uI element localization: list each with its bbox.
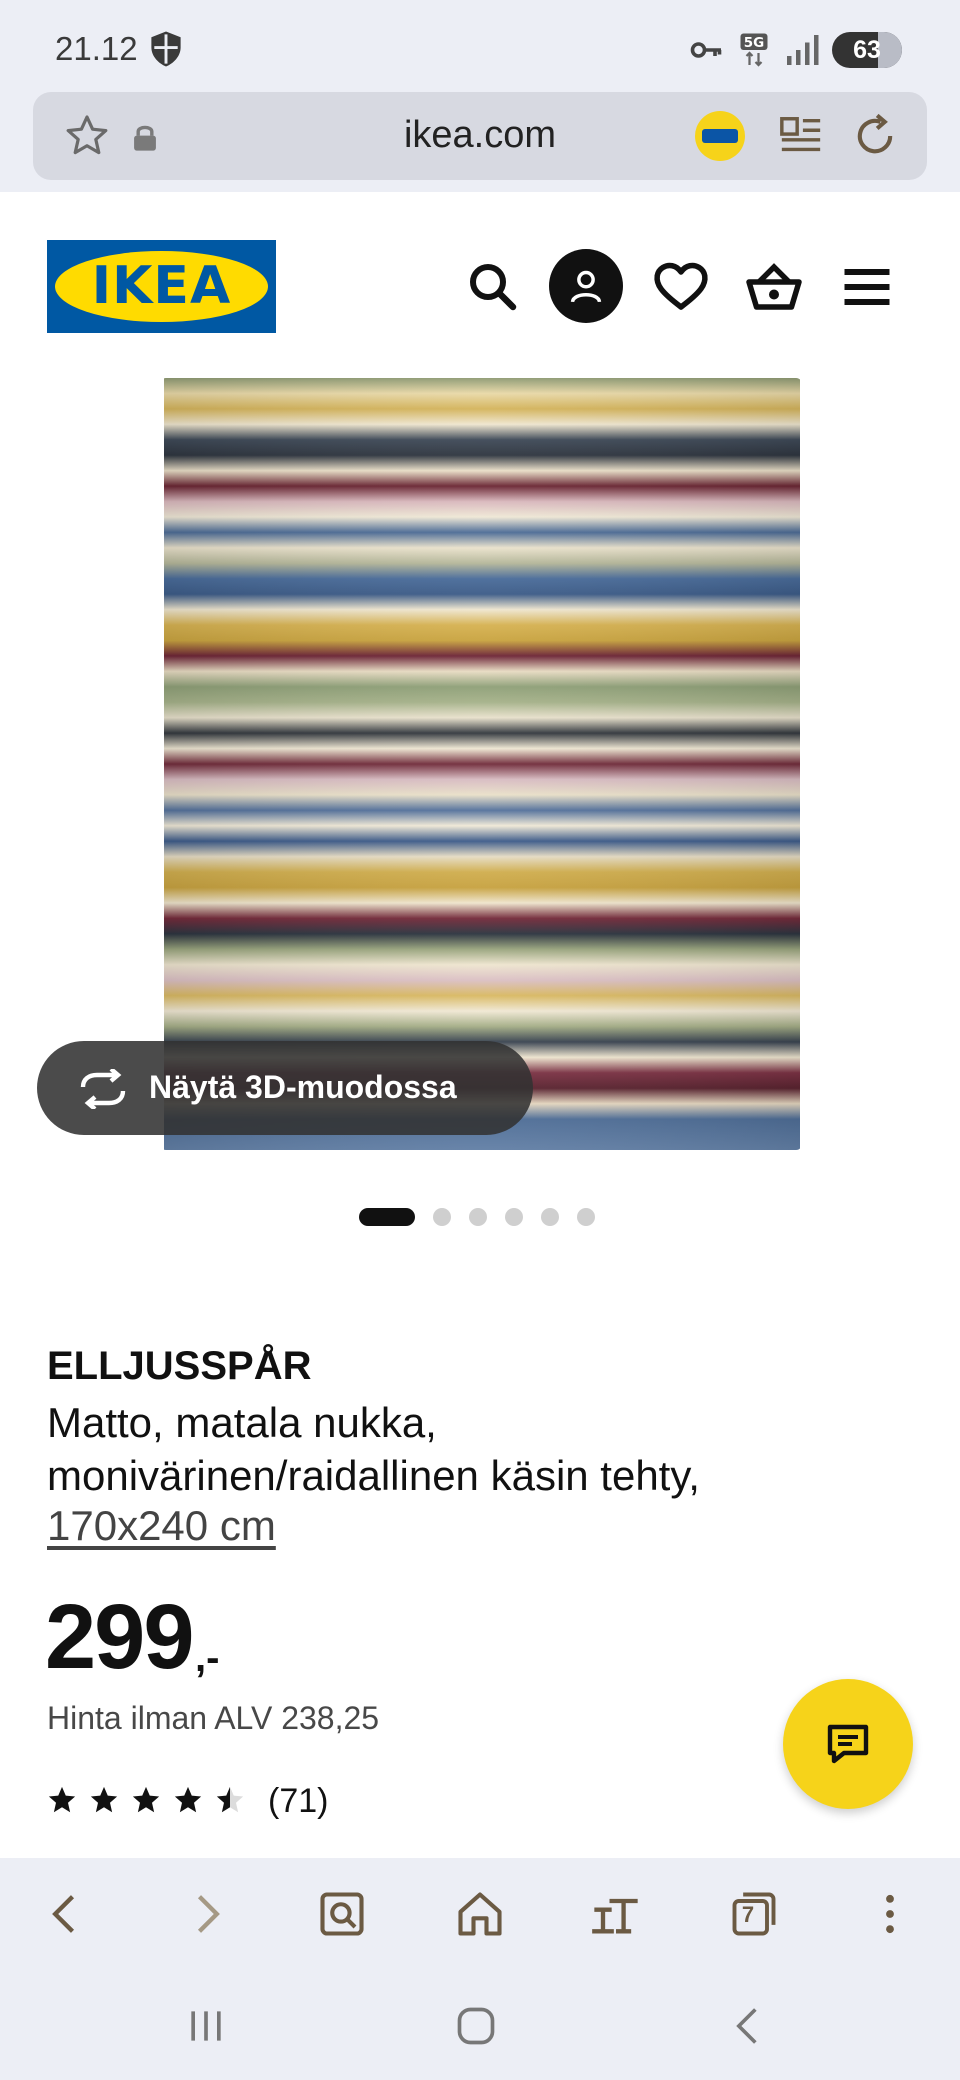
tab-count: 7	[741, 1902, 755, 1927]
key-icon	[690, 42, 722, 58]
system-navigation-bar	[0, 1968, 960, 2080]
search-icon[interactable]	[463, 257, 523, 317]
gallery-pagination	[359, 1208, 595, 1226]
star-full-icon	[174, 1786, 202, 1813]
rotate-3d-icon	[80, 1069, 126, 1109]
gallery-dot[interactable]	[469, 1208, 487, 1226]
text-size-icon[interactable]	[590, 1888, 642, 1940]
price-suffix: ,-	[195, 1636, 220, 1680]
address-bar[interactable]: ikea.com	[33, 92, 927, 180]
shield-icon	[151, 31, 181, 67]
star-full-icon	[132, 1786, 160, 1813]
rating-stars[interactable]	[47, 1785, 245, 1815]
menu-icon[interactable]	[837, 257, 897, 317]
browser-toolbar: 7	[0, 1858, 960, 1968]
recent-apps-icon[interactable]	[184, 2004, 228, 2048]
ikea-extension-icon[interactable]	[695, 111, 745, 161]
star-half-icon	[216, 1786, 244, 1813]
gallery-dot-active[interactable]	[359, 1208, 415, 1226]
logo-text: IKEA	[91, 256, 232, 316]
view-3d-label: Näytä 3D-muodossa	[149, 1069, 457, 1105]
status-bar: 21.12 5G 63	[0, 0, 960, 92]
back-icon[interactable]	[40, 1888, 92, 1940]
price-without-vat: Hinta ilman ALV 238,25	[47, 1700, 380, 1736]
reload-icon[interactable]	[849, 110, 901, 162]
battery-level: 63	[853, 36, 881, 64]
gallery-dot[interactable]	[577, 1208, 595, 1226]
ikea-logo[interactable]: IKEA	[47, 240, 276, 333]
battery-icon: 63	[832, 32, 902, 68]
forward-icon[interactable]	[180, 1888, 232, 1940]
profile-icon	[570, 270, 602, 303]
tabs-button[interactable]: 7	[728, 1888, 780, 1940]
signal-icon	[787, 35, 819, 65]
product-name: ELLJUSSPÅR	[47, 1344, 312, 1388]
star-full-icon	[90, 1786, 118, 1813]
svg-text:5G: 5G	[744, 35, 764, 51]
heart-icon[interactable]	[651, 257, 711, 317]
home-nav-icon[interactable]	[454, 2004, 498, 2048]
view-3d-button[interactable]: Näytä 3D-muodossa	[37, 1041, 533, 1135]
5g-icon: 5G	[740, 33, 768, 67]
search-page-icon[interactable]	[316, 1888, 368, 1940]
browser-address-area: ikea.com	[0, 92, 960, 192]
gallery-dot[interactable]	[505, 1208, 523, 1226]
status-time: 21.12	[55, 30, 138, 67]
home-icon[interactable]	[454, 1888, 506, 1940]
product-price: 299	[45, 1586, 194, 1688]
product-image-rug[interactable]	[160, 378, 802, 1150]
product-description: Matto, matala nukka, monivärinen/raidall…	[47, 1399, 700, 1499]
gallery-dot[interactable]	[541, 1208, 559, 1226]
more-icon[interactable]	[864, 1888, 916, 1940]
chat-button[interactable]	[783, 1679, 913, 1809]
profile-button[interactable]	[549, 249, 623, 323]
chat-icon	[827, 1724, 869, 1764]
review-count[interactable]: (71)	[268, 1782, 328, 1821]
product-size-link[interactable]: 170x240 cm	[47, 1502, 276, 1550]
reader-mode-icon[interactable]	[778, 112, 824, 160]
gallery-dot[interactable]	[433, 1208, 451, 1226]
cart-icon[interactable]	[744, 257, 804, 317]
back-nav-icon[interactable]	[726, 2004, 770, 2048]
star-full-icon	[48, 1786, 76, 1813]
